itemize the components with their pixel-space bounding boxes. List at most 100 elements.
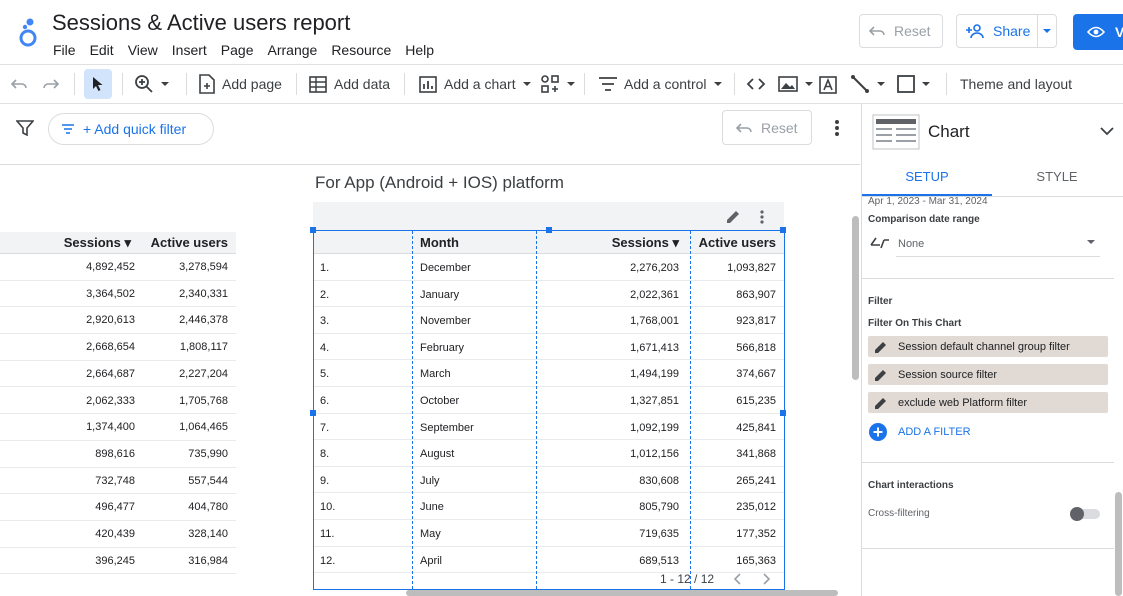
- add-chart-button[interactable]: Add a chart: [418, 65, 532, 103]
- menu-view[interactable]: View: [121, 41, 165, 59]
- add-chart-icon: [419, 76, 437, 93]
- add-data-button[interactable]: Add data: [308, 65, 390, 103]
- resize-handle[interactable]: [780, 227, 786, 233]
- tab-setup[interactable]: SETUP: [862, 162, 992, 196]
- embed-code-icon[interactable]: [746, 76, 766, 92]
- menu-insert[interactable]: Insert: [165, 41, 214, 59]
- edit-pencil-icon[interactable]: [725, 209, 741, 225]
- column-header-active-users[interactable]: Active users: [151, 235, 228, 250]
- menu-help[interactable]: Help: [398, 41, 441, 59]
- table-row[interactable]: 2,668,654 1,808,117: [0, 334, 236, 361]
- table-row[interactable]: 2,664,687 2,227,204: [0, 361, 236, 388]
- month-sessions-table[interactable]: Month Sessions ▾ Active users 1. December…: [310, 227, 786, 590]
- table-row[interactable]: 2. January 2,022,361 863,907: [314, 281, 784, 308]
- reset-button[interactable]: Reset: [859, 14, 943, 48]
- reset-filters-button[interactable]: Reset: [722, 110, 812, 145]
- menu-file[interactable]: File: [46, 41, 83, 59]
- table-row[interactable]: 4. February 1,671,413 566,818: [314, 334, 784, 361]
- pager-range: 1 - 12 / 12: [660, 572, 715, 586]
- tab-style[interactable]: STYLE: [992, 162, 1122, 196]
- community-visualizations-button[interactable]: [540, 65, 576, 103]
- column-header-active-users[interactable]: Active users: [699, 235, 776, 250]
- add-page-button[interactable]: Add page: [198, 65, 282, 103]
- chevron-left-icon[interactable]: [734, 573, 742, 585]
- canvas-vertical-scrollbar[interactable]: [852, 216, 859, 380]
- table-row[interactable]: 10. June 805,790 235,012: [314, 493, 784, 520]
- undo-icon[interactable]: [10, 77, 28, 91]
- table-row[interactable]: 496,477 404,780: [0, 494, 236, 521]
- cross-filtering-toggle[interactable]: [1070, 507, 1100, 521]
- menu-arrange[interactable]: Arrange: [261, 41, 325, 59]
- cell-active-users: 341,868: [736, 448, 776, 461]
- image-button[interactable]: [778, 65, 814, 103]
- report-title[interactable]: Sessions & Active users report: [52, 10, 350, 36]
- chevron-down-icon: [522, 82, 531, 86]
- panel-scrollbar[interactable]: [1115, 492, 1122, 596]
- resize-handle[interactable]: [780, 410, 786, 416]
- select-tool-button[interactable]: [84, 69, 112, 99]
- menu-edit[interactable]: Edit: [83, 41, 121, 59]
- chevron-right-icon[interactable]: [762, 573, 771, 585]
- table-row[interactable]: 2,062,333 1,705,768: [0, 388, 236, 415]
- column-header-sessions[interactable]: Sessions ▾: [612, 235, 679, 251]
- table-row[interactable]: 7. September 1,092,199 425,841: [314, 414, 784, 441]
- menu-page[interactable]: Page: [214, 41, 261, 59]
- view-button[interactable]: V: [1073, 14, 1123, 50]
- share-button[interactable]: Share: [956, 14, 1057, 48]
- table-row[interactable]: 2,920,613 2,446,378: [0, 307, 236, 335]
- table-row[interactable]: 12. April 689,513 165,363: [314, 547, 784, 574]
- table-row[interactable]: 1,374,400 1,064,465: [0, 414, 236, 441]
- table-row[interactable]: 5. March 1,494,199 374,667: [314, 360, 784, 387]
- filter-list-icon: [62, 124, 74, 134]
- table-row[interactable]: 1. December 2,276,203 1,093,827: [314, 254, 784, 281]
- table-row[interactable]: 732,748 557,544: [0, 468, 236, 495]
- menu-resource[interactable]: Resource: [324, 41, 398, 59]
- share-dropdown-icon[interactable]: [1042, 27, 1052, 35]
- toolbar-divider: [296, 73, 297, 95]
- cell-active-users: 165,363: [736, 554, 776, 567]
- table-row[interactable]: 6. October 1,327,851 615,235: [314, 387, 784, 414]
- table-row[interactable]: 3. November 1,768,001 923,817: [314, 307, 784, 334]
- cell-sessions: 689,513: [639, 554, 679, 567]
- resize-handle[interactable]: [310, 227, 316, 233]
- column-header-month[interactable]: Month: [420, 235, 459, 250]
- comparison-date-range-select[interactable]: None: [896, 232, 1100, 257]
- edit-pencil-icon[interactable]: [874, 368, 888, 382]
- resize-handle[interactable]: [310, 410, 316, 416]
- eye-icon: [1087, 26, 1105, 38]
- looker-studio-logo-icon[interactable]: [14, 14, 42, 50]
- add-control-button[interactable]: Add a control: [598, 65, 723, 103]
- chevron-down-icon[interactable]: [1100, 126, 1114, 136]
- line-icon: [851, 75, 869, 93]
- column-header-sessions[interactable]: Sessions ▾: [64, 235, 131, 251]
- edit-pencil-icon[interactable]: [874, 396, 888, 410]
- add-quick-filter-button[interactable]: + Add quick filter: [48, 113, 214, 145]
- table-row[interactable]: 3,364,502 2,340,331: [0, 281, 236, 308]
- line-button[interactable]: [850, 65, 886, 103]
- cell-sessions: 805,790: [639, 501, 679, 514]
- chart-title[interactable]: For App (Android + IOS) platform: [315, 173, 564, 193]
- shape-button[interactable]: [897, 65, 931, 103]
- edit-pencil-icon[interactable]: [874, 340, 888, 354]
- text-box-icon[interactable]: [818, 75, 838, 95]
- table-row[interactable]: 4,892,452 3,278,594: [0, 254, 236, 281]
- table-row[interactable]: 396,245 316,984: [0, 548, 236, 575]
- resize-handle[interactable]: [546, 227, 552, 233]
- redo-icon[interactable]: [42, 77, 60, 91]
- theme-layout-button[interactable]: Theme and layout: [960, 65, 1072, 103]
- more-vert-icon[interactable]: [759, 209, 765, 225]
- more-vert-icon[interactable]: [834, 119, 840, 137]
- filter-chip[interactable]: Session default channel group filter: [868, 336, 1108, 357]
- canvas-horizontal-scrollbar[interactable]: [406, 590, 838, 596]
- table-row[interactable]: 8. August 1,012,156 341,868: [314, 440, 784, 467]
- table-row[interactable]: 420,439 328,140: [0, 521, 236, 548]
- filter-chip[interactable]: exclude web Platform filter: [868, 392, 1108, 413]
- add-filter-button[interactable]: ADD A FILTER: [868, 422, 971, 442]
- table-row[interactable]: 898,616 735,990: [0, 441, 236, 468]
- zoom-button[interactable]: [134, 65, 170, 103]
- cell-active-users: 374,667: [736, 368, 776, 381]
- filter-funnel-icon[interactable]: [16, 120, 34, 136]
- table-row[interactable]: 9. July 830,608 265,241: [314, 467, 784, 494]
- table-row[interactable]: 11. May 719,635 177,352: [314, 520, 784, 547]
- filter-chip[interactable]: Session source filter: [868, 364, 1108, 385]
